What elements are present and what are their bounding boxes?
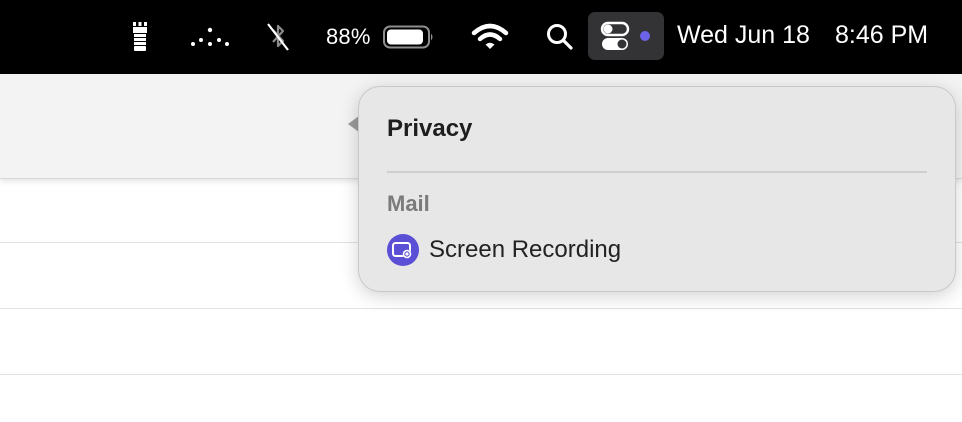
wifi-icon[interactable] [470,0,510,74]
privacy-popover: Privacy Mail Screen Recording [358,86,956,292]
search-icon[interactable] [544,0,576,74]
dotted-arc-icon[interactable] [188,0,232,74]
menu-bar: 88% Wed Jun 18 8:46 PM [0,0,962,74]
privacy-item-screen-recording[interactable]: Screen Recording [387,233,621,267]
privacy-indicator-dot [640,31,650,41]
menu-bar-time[interactable]: 8:46 PM [835,0,928,74]
bluetooth-off-icon[interactable] [262,0,294,74]
control-center-icon [600,21,650,50]
screen-recording-icon [387,234,419,266]
popover-title: Privacy [387,115,473,142]
control-center-button[interactable] [588,12,664,60]
list-divider [0,374,962,375]
privacy-item-label: Screen Recording [429,236,622,263]
flashlight-icon[interactable] [128,0,152,74]
popover-divider [387,171,927,173]
menu-bar-date[interactable]: Wed Jun 18 [677,0,810,74]
app-name: Mail [387,191,430,216]
battery-icon[interactable] [383,0,435,74]
screen: 88% Wed Jun 18 8:46 PM Privacy Mail Scre… [0,0,962,422]
list-divider [0,308,962,309]
battery-percentage[interactable]: 88% [326,0,371,74]
